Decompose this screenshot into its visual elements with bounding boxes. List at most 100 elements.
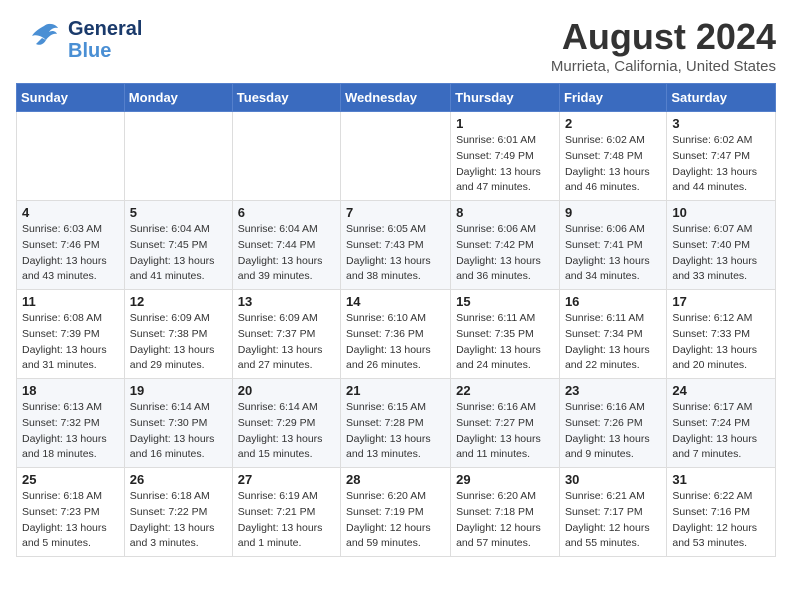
day-number: 25 <box>22 472 119 487</box>
calendar-week-row: 11 Sunrise: 6:08 AMSunset: 7:39 PMDayligh… <box>17 290 776 379</box>
day-of-week-header: Friday <box>559 84 666 112</box>
calendar-day-cell <box>124 112 232 201</box>
day-number: 29 <box>456 472 554 487</box>
calendar-header-row: SundayMondayTuesdayWednesdayThursdayFrid… <box>17 84 776 112</box>
calendar-day-cell: 12 Sunrise: 6:09 AMSunset: 7:38 PMDayligh… <box>124 290 232 379</box>
day-number: 23 <box>565 383 661 398</box>
title-block: August 2024 Murrieta, California, United… <box>551 16 776 75</box>
day-number: 20 <box>238 383 335 398</box>
day-number: 16 <box>565 294 661 309</box>
calendar-day-cell <box>17 112 125 201</box>
day-number: 1 <box>456 116 554 131</box>
day-info: Sunrise: 6:01 AMSunset: 7:49 PMDaylight:… <box>456 133 554 196</box>
day-info: Sunrise: 6:13 AMSunset: 7:32 PMDaylight:… <box>22 400 119 463</box>
day-number: 12 <box>130 294 227 309</box>
day-of-week-header: Wednesday <box>341 84 451 112</box>
calendar-day-cell: 21Sunrise: 6:15 AMSunset: 7:28 PMDayligh… <box>341 379 451 468</box>
day-number: 8 <box>456 205 554 220</box>
day-info: Sunrise: 6:09 AMSunset: 7:37 PMDaylight:… <box>238 311 335 374</box>
day-info: Sunrise: 6:20 AMSunset: 7:18 PMDaylight:… <box>456 489 554 552</box>
day-of-week-header: Saturday <box>667 84 776 112</box>
calendar-day-cell: 13 Sunrise: 6:09 AMSunset: 7:37 PMDayligh… <box>232 290 340 379</box>
day-number: 18 <box>22 383 119 398</box>
day-number: 7 <box>346 205 445 220</box>
logo: General Blue <box>16 16 142 64</box>
day-info: Sunrise: 6:16 AMSunset: 7:27 PMDaylight:… <box>456 400 554 463</box>
day-number: 17 <box>672 294 770 309</box>
calendar-day-cell: 29 Sunrise: 6:20 AMSunset: 7:18 PMDayligh… <box>451 468 560 557</box>
calendar-day-cell: 22Sunrise: 6:16 AMSunset: 7:27 PMDayligh… <box>451 379 560 468</box>
calendar-day-cell <box>341 112 451 201</box>
day-info: Sunrise: 6:12 AMSunset: 7:33 PMDaylight:… <box>672 311 770 374</box>
day-info: Sunrise: 6:06 AMSunset: 7:42 PMDaylight:… <box>456 222 554 285</box>
day-info: Sunrise: 6:18 AMSunset: 7:23 PMDaylight:… <box>22 489 119 552</box>
calendar-day-cell: 2 Sunrise: 6:02 AMSunset: 7:48 PMDaylight… <box>559 112 666 201</box>
day-number: 13 <box>238 294 335 309</box>
day-info: Sunrise: 6:05 AMSunset: 7:43 PMDaylight:… <box>346 222 445 285</box>
calendar-day-cell: 4Sunrise: 6:03 AMSunset: 7:46 PMDaylight… <box>17 201 125 290</box>
day-info: Sunrise: 6:20 AMSunset: 7:19 PMDaylight:… <box>346 489 445 552</box>
calendar-day-cell: 23 Sunrise: 6:16 AMSunset: 7:26 PMDayligh… <box>559 379 666 468</box>
calendar-day-cell: 17 Sunrise: 6:12 AMSunset: 7:33 PMDayligh… <box>667 290 776 379</box>
day-info: Sunrise: 6:11 AMSunset: 7:35 PMDaylight:… <box>456 311 554 374</box>
day-info: Sunrise: 6:04 AMSunset: 7:44 PMDaylight:… <box>238 222 335 285</box>
page-header: General Blue August 2024 Murrieta, Calif… <box>16 16 776 75</box>
day-info: Sunrise: 6:21 AMSunset: 7:17 PMDaylight:… <box>565 489 661 552</box>
day-info: Sunrise: 6:04 AMSunset: 7:45 PMDaylight:… <box>130 222 227 285</box>
calendar-week-row: 4Sunrise: 6:03 AMSunset: 7:46 PMDaylight… <box>17 201 776 290</box>
calendar-day-cell <box>232 112 340 201</box>
calendar-day-cell: 31 Sunrise: 6:22 AMSunset: 7:16 PMDayligh… <box>667 468 776 557</box>
day-info: Sunrise: 6:22 AMSunset: 7:16 PMDaylight:… <box>672 489 770 552</box>
day-info: Sunrise: 6:09 AMSunset: 7:38 PMDaylight:… <box>130 311 227 374</box>
calendar-day-cell: 20 Sunrise: 6:14 AMSunset: 7:29 PMDayligh… <box>232 379 340 468</box>
logo-text: General Blue <box>68 18 142 62</box>
calendar-day-cell: 1 Sunrise: 6:01 AMSunset: 7:49 PMDaylight… <box>451 112 560 201</box>
calendar-day-cell: 16 Sunrise: 6:11 AMSunset: 7:34 PMDayligh… <box>559 290 666 379</box>
day-number: 3 <box>672 116 770 131</box>
calendar-day-cell: 28Sunrise: 6:20 AMSunset: 7:19 PMDayligh… <box>341 468 451 557</box>
calendar-day-cell: 10 Sunrise: 6:07 AMSunset: 7:40 PMDayligh… <box>667 201 776 290</box>
day-of-week-header: Sunday <box>17 84 125 112</box>
calendar-day-cell: 15Sunrise: 6:11 AMSunset: 7:35 PMDayligh… <box>451 290 560 379</box>
calendar-week-row: 18 Sunrise: 6:13 AMSunset: 7:32 PMDayligh… <box>17 379 776 468</box>
day-number: 24 <box>672 383 770 398</box>
day-number: 31 <box>672 472 770 487</box>
calendar-day-cell: 30Sunrise: 6:21 AMSunset: 7:17 PMDayligh… <box>559 468 666 557</box>
logo-blue: Blue <box>68 40 142 62</box>
calendar-week-row: 25 Sunrise: 6:18 AMSunset: 7:23 PMDayligh… <box>17 468 776 557</box>
calendar-day-cell: 9Sunrise: 6:06 AMSunset: 7:41 PMDaylight… <box>559 201 666 290</box>
day-of-week-header: Thursday <box>451 84 560 112</box>
day-info: Sunrise: 6:16 AMSunset: 7:26 PMDaylight:… <box>565 400 661 463</box>
day-number: 27 <box>238 472 335 487</box>
calendar-day-cell: 18 Sunrise: 6:13 AMSunset: 7:32 PMDayligh… <box>17 379 125 468</box>
calendar-day-cell: 6 Sunrise: 6:04 AMSunset: 7:44 PMDaylight… <box>232 201 340 290</box>
day-number: 10 <box>672 205 770 220</box>
calendar-day-cell: 3 Sunrise: 6:02 AMSunset: 7:47 PMDaylight… <box>667 112 776 201</box>
calendar-week-row: 1 Sunrise: 6:01 AMSunset: 7:49 PMDaylight… <box>17 112 776 201</box>
day-info: Sunrise: 6:18 AMSunset: 7:22 PMDaylight:… <box>130 489 227 552</box>
day-number: 19 <box>130 383 227 398</box>
day-info: Sunrise: 6:08 AMSunset: 7:39 PMDaylight:… <box>22 311 119 374</box>
day-info: Sunrise: 6:19 AMSunset: 7:21 PMDaylight:… <box>238 489 335 552</box>
calendar-day-cell: 27 Sunrise: 6:19 AMSunset: 7:21 PMDayligh… <box>232 468 340 557</box>
day-number: 6 <box>238 205 335 220</box>
calendar-table: SundayMondayTuesdayWednesdayThursdayFrid… <box>16 83 776 557</box>
logo-general: General <box>68 18 142 40</box>
day-number: 11 <box>22 294 119 309</box>
calendar-day-cell: 26Sunrise: 6:18 AMSunset: 7:22 PMDayligh… <box>124 468 232 557</box>
calendar-day-cell: 7 Sunrise: 6:05 AMSunset: 7:43 PMDaylight… <box>341 201 451 290</box>
day-info: Sunrise: 6:07 AMSunset: 7:40 PMDaylight:… <box>672 222 770 285</box>
day-info: Sunrise: 6:14 AMSunset: 7:29 PMDaylight:… <box>238 400 335 463</box>
logo-icon <box>16 16 64 64</box>
day-info: Sunrise: 6:02 AMSunset: 7:48 PMDaylight:… <box>565 133 661 196</box>
day-info: Sunrise: 6:14 AMSunset: 7:30 PMDaylight:… <box>130 400 227 463</box>
calendar-day-cell: 5Sunrise: 6:04 AMSunset: 7:45 PMDaylight… <box>124 201 232 290</box>
day-info: Sunrise: 6:10 AMSunset: 7:36 PMDaylight:… <box>346 311 445 374</box>
day-info: Sunrise: 6:11 AMSunset: 7:34 PMDaylight:… <box>565 311 661 374</box>
location: Murrieta, California, United States <box>551 58 776 75</box>
day-info: Sunrise: 6:02 AMSunset: 7:47 PMDaylight:… <box>672 133 770 196</box>
day-number: 21 <box>346 383 445 398</box>
day-info: Sunrise: 6:17 AMSunset: 7:24 PMDaylight:… <box>672 400 770 463</box>
calendar-day-cell: 8 Sunrise: 6:06 AMSunset: 7:42 PMDaylight… <box>451 201 560 290</box>
day-number: 2 <box>565 116 661 131</box>
